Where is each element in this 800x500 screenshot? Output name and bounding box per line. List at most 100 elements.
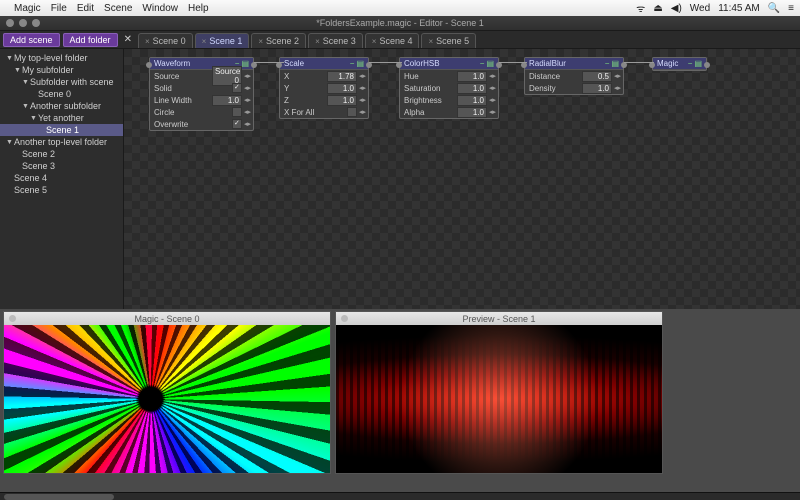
node-value[interactable]: 1.0 <box>212 95 242 106</box>
tree-item[interactable]: ▼Yet another <box>0 112 123 124</box>
stepper-icon[interactable]: ◂▸ <box>359 84 366 92</box>
disclosure-arrow-icon[interactable]: ▼ <box>6 55 14 62</box>
node-waveform[interactable]: Waveform−▤SourceSource 0◂▸Solid✓◂▸Line W… <box>149 57 254 131</box>
node-minus-icon[interactable]: − <box>688 59 693 68</box>
tab-scene-1[interactable]: ×Scene 1 <box>195 33 250 48</box>
node-canvas[interactable]: Waveform−▤SourceSource 0◂▸Solid✓◂▸Line W… <box>124 49 800 309</box>
stepper-icon[interactable]: ◂▸ <box>244 120 251 128</box>
node-title[interactable]: Scale−▤ <box>280 58 368 70</box>
node-opts-icon[interactable]: ▤ <box>356 59 364 68</box>
tree-item[interactable]: ▼Subfolder with scene <box>0 76 123 88</box>
tab-close-icon[interactable]: × <box>145 37 150 46</box>
stepper-icon[interactable]: ◂▸ <box>244 108 251 116</box>
node-checkbox[interactable] <box>232 107 242 117</box>
clock-time[interactable]: 11:45 AM <box>718 3 760 14</box>
node-value[interactable]: 1.0 <box>327 83 357 94</box>
scrollbar-thumb[interactable] <box>4 494 114 500</box>
tab-scene-0[interactable]: ×Scene 0 <box>138 33 193 48</box>
preview-close-icon[interactable] <box>9 315 16 322</box>
stepper-icon[interactable]: ◂▸ <box>489 84 496 92</box>
horizontal-scrollbar[interactable] <box>0 492 800 500</box>
close-window-icon[interactable] <box>6 19 14 27</box>
node-opts-icon[interactable]: ▤ <box>241 59 249 68</box>
node-title[interactable]: Magic−▤ <box>653 58 706 70</box>
node-value[interactable]: 1.0 <box>457 107 487 118</box>
tab-scene-4[interactable]: ×Scene 4 <box>365 33 420 48</box>
preview-titlebar[interactable]: Preview - Scene 1 <box>336 312 662 325</box>
tree-item[interactable]: ▼My subfolder <box>0 64 123 76</box>
menu-app[interactable]: Magic <box>14 3 41 14</box>
output-icon[interactable]: ⏏ <box>653 3 662 14</box>
menu-file[interactable]: File <box>51 3 67 14</box>
node-value[interactable]: 1.0 <box>457 71 487 82</box>
disclosure-arrow-icon[interactable]: ▼ <box>30 115 38 122</box>
tab-close-icon[interactable]: × <box>258 37 263 46</box>
add-scene-button[interactable]: Add scene <box>3 33 60 47</box>
tree-item[interactable]: Scene 3 <box>0 160 123 172</box>
node-colorhsb[interactable]: ColorHSB−▤Hue1.0◂▸Saturation1.0◂▸Brightn… <box>399 57 499 119</box>
disclosure-arrow-icon[interactable]: ▼ <box>22 103 30 110</box>
preview-window[interactable]: Preview - Scene 1 <box>335 311 663 474</box>
node-magic[interactable]: Magic−▤ <box>652 57 707 71</box>
menu-window[interactable]: Window <box>142 3 178 14</box>
tab-close-icon[interactable]: × <box>202 37 207 46</box>
node-checkbox[interactable] <box>347 107 357 117</box>
stepper-icon[interactable]: ◂▸ <box>489 108 496 116</box>
stepper-icon[interactable]: ◂▸ <box>244 96 251 104</box>
preview-close-icon[interactable] <box>341 315 348 322</box>
tree-item[interactable]: Scene 0 <box>0 88 123 100</box>
disclosure-arrow-icon[interactable]: ▼ <box>22 79 30 86</box>
node-minus-icon[interactable]: − <box>350 59 355 68</box>
node-value[interactable]: 1.0 <box>327 95 357 106</box>
node-checkbox[interactable]: ✓ <box>232 119 242 129</box>
menu-help[interactable]: Help <box>188 3 209 14</box>
tree-item[interactable]: ▼My top-level folder <box>0 52 123 64</box>
node-minus-icon[interactable]: − <box>605 59 610 68</box>
disclosure-arrow-icon[interactable]: ▼ <box>14 67 22 74</box>
tree-item[interactable]: Scene 1 <box>0 124 123 136</box>
tab-scene-2[interactable]: ×Scene 2 <box>251 33 306 48</box>
node-opts-icon[interactable]: ▤ <box>486 59 494 68</box>
node-opts-icon[interactable]: ▤ <box>694 59 702 68</box>
tree-item[interactable]: ▼Another top-level folder <box>0 136 123 148</box>
node-scale[interactable]: Scale−▤X1.78◂▸Y1.0◂▸Z1.0◂▸X For All◂▸ <box>279 57 369 119</box>
node-checkbox[interactable]: ✓ <box>232 83 242 93</box>
stepper-icon[interactable]: ◂▸ <box>244 84 251 92</box>
node-opts-icon[interactable]: ▤ <box>611 59 619 68</box>
node-radialblur[interactable]: RadialBlur−▤Distance0.5◂▸Density1.0◂▸ <box>524 57 624 95</box>
tab-close-icon[interactable]: × <box>315 37 320 46</box>
tree-item[interactable]: Scene 2 <box>0 148 123 160</box>
preview-titlebar[interactable]: Magic - Scene 0 <box>4 312 330 325</box>
node-value[interactable]: 1.78 <box>327 71 357 82</box>
wifi-icon[interactable]: ᯤ <box>636 1 645 15</box>
tree-item[interactable]: Scene 4 <box>0 172 123 184</box>
node-value[interactable]: 1.0 <box>457 83 487 94</box>
tab-scene-5[interactable]: ×Scene 5 <box>421 33 476 48</box>
tab-close-icon[interactable]: × <box>372 37 377 46</box>
stepper-icon[interactable]: ◂▸ <box>359 96 366 104</box>
scene-tree[interactable]: ▼My top-level folder▼My subfolder▼Subfol… <box>0 49 124 309</box>
close-panel-icon[interactable]: ✕ <box>124 34 132 45</box>
notification-icon[interactable]: ≡ <box>788 3 794 14</box>
stepper-icon[interactable]: ◂▸ <box>359 108 366 116</box>
menu-scene[interactable]: Scene <box>104 3 132 14</box>
output-port[interactable] <box>704 62 710 68</box>
spotlight-icon[interactable]: 🔍 <box>768 3 780 14</box>
stepper-icon[interactable]: ◂▸ <box>614 72 621 80</box>
input-port[interactable] <box>146 62 152 68</box>
minimize-window-icon[interactable] <box>19 19 27 27</box>
clock-day[interactable]: Wed <box>690 3 710 14</box>
stepper-icon[interactable]: ◂▸ <box>489 72 496 80</box>
stepper-icon[interactable]: ◂▸ <box>244 72 251 80</box>
disclosure-arrow-icon[interactable]: ▼ <box>6 139 14 146</box>
tab-close-icon[interactable]: × <box>428 37 433 46</box>
stepper-icon[interactable]: ◂▸ <box>359 72 366 80</box>
node-value[interactable]: 1.0 <box>582 83 612 94</box>
tree-item[interactable]: ▼Another subfolder <box>0 100 123 112</box>
stepper-icon[interactable]: ◂▸ <box>489 96 496 104</box>
node-value[interactable]: 1.0 <box>457 95 487 106</box>
node-minus-icon[interactable]: − <box>480 59 485 68</box>
tree-item[interactable]: Scene 5 <box>0 184 123 196</box>
zoom-window-icon[interactable] <box>32 19 40 27</box>
menu-edit[interactable]: Edit <box>77 3 94 14</box>
